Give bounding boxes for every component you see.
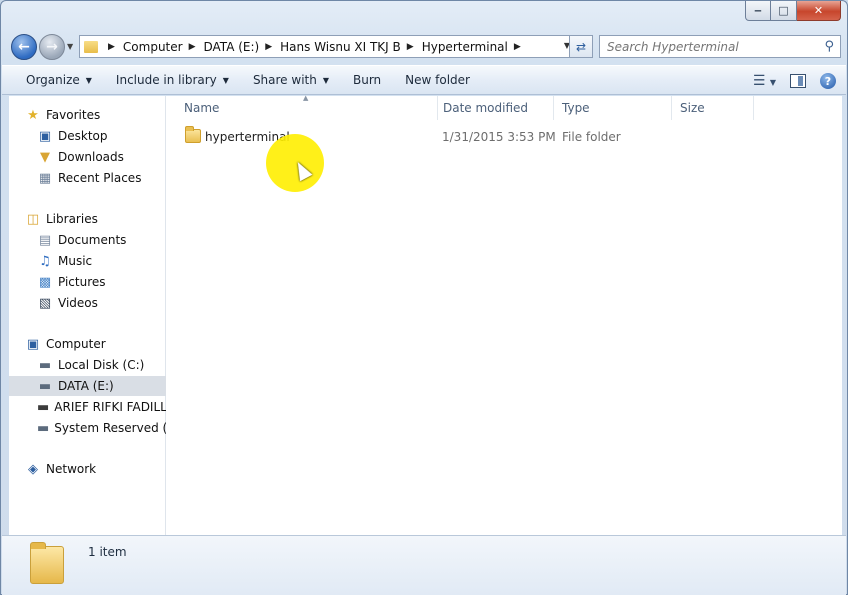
sidebar-item-data-e[interactable]: ▬ DATA (E:)	[9, 376, 166, 396]
back-button[interactable]: ←	[11, 34, 37, 60]
folder-icon	[30, 542, 64, 584]
chevron-down-icon: ▼	[322, 75, 329, 85]
arrow-right-icon: →	[46, 39, 58, 55]
chevron-right-icon[interactable]: ▶	[514, 42, 521, 52]
column-header-name[interactable]: Name	[176, 96, 438, 120]
music-icon: ♫	[39, 253, 51, 269]
sidebar-item-system-reserved[interactable]: ▬ System Reserved (Z:	[37, 418, 166, 438]
hard-drive-icon: ▬	[37, 420, 50, 436]
refresh-icon: ⇄	[575, 39, 587, 54]
search-icon[interactable]: ⚲	[824, 39, 834, 54]
recent-places-icon: ▦	[38, 170, 52, 186]
chevron-right-icon[interactable]: ▶	[189, 42, 196, 52]
sidebar-item-label: Downloads	[58, 150, 124, 164]
sidebar-item-label: Computer	[46, 337, 106, 351]
preview-pane-icon[interactable]	[790, 74, 806, 88]
file-type: File folder	[562, 130, 621, 144]
caption-buttons: ‒ □ ✕	[745, 1, 841, 21]
search-input[interactable]	[607, 39, 807, 54]
column-header-label: Date modified	[443, 101, 529, 115]
new-folder-button[interactable]: New folder	[393, 65, 482, 95]
column-header-label: Type	[562, 101, 590, 115]
column-header-size[interactable]: Size	[672, 96, 754, 120]
navigation-pane: ★ Favorites ▣ Desktop ▼ Downloads ▦ Rece…	[9, 96, 166, 535]
sidebar-item-libraries[interactable]: ◫ Libraries	[25, 209, 182, 229]
close-button[interactable]: ✕	[797, 1, 841, 21]
sidebar-item-label: DATA (E:)	[58, 379, 114, 393]
folder-icon	[185, 126, 201, 143]
computer-icon: ▣	[26, 336, 40, 352]
column-header-label: Name	[184, 101, 220, 115]
sidebar-item-label: Recent Places	[58, 171, 142, 185]
pictures-icon: ▩	[38, 274, 52, 290]
column-headers: ▲ Name Date modified Type Size	[166, 94, 842, 120]
navigation-bar: ← → ▼ ▶ Computer ▶ DATA (E:) ▶ Hans Wisn…	[9, 31, 841, 61]
breadcrumb-computer[interactable]: Computer	[123, 40, 183, 54]
details-pane: 1 item	[2, 535, 846, 595]
sidebar-item-label: Network	[46, 462, 97, 476]
sidebar-item-label: Local Disk (C:)	[58, 358, 145, 372]
breadcrumb-hans-wisnu[interactable]: Hans Wisnu XI TKJ B	[280, 40, 401, 54]
videos-icon: ▧	[38, 295, 52, 311]
folder-icon	[84, 40, 98, 53]
sidebar-item-favorites[interactable]: ★ Favorites	[25, 105, 182, 125]
search-box[interactable]: ⚲	[599, 35, 841, 58]
hard-drive-icon: ▬	[38, 357, 52, 373]
change-view-icon[interactable]: ☰ ▼	[753, 73, 776, 89]
downloads-folder-icon: ▼	[40, 149, 50, 165]
chevron-down-icon: ▼	[222, 75, 229, 85]
maximize-button[interactable]: □	[771, 1, 797, 21]
explorer-window: ‒ □ ✕ ← → ▼ ▶ Computer ▶ DATA (E:) ▶ Han…	[0, 0, 848, 595]
breadcrumb-data-drive[interactable]: DATA (E:)	[204, 40, 260, 54]
share-with-menu[interactable]: Share with ▼	[241, 65, 341, 95]
organize-label: Organize	[26, 73, 80, 87]
libraries-icon: ◫	[26, 211, 40, 227]
burn-label: Burn	[353, 73, 382, 87]
column-header-date-modified[interactable]: Date modified	[435, 96, 554, 120]
hard-drive-icon: ▬	[38, 378, 52, 394]
sidebar-item-label: System Reserved (Z:	[54, 421, 166, 435]
breadcrumb-hyperterminal[interactable]: Hyperterminal	[422, 40, 508, 54]
sidebar-item-arief-rifki-fadilla[interactable]: ▬ ARIEF RIFKI FADILLA	[37, 397, 166, 417]
sidebar-item-label: Music	[58, 254, 93, 268]
chevron-right-icon[interactable]: ▶	[407, 42, 414, 52]
sidebar-item-label: Libraries	[46, 212, 98, 226]
chevron-right-icon[interactable]: ▶	[108, 42, 115, 52]
new-folder-label: New folder	[405, 73, 470, 87]
sidebar-item-network[interactable]: ◈ Network	[25, 459, 182, 479]
view-controls: ☰ ▼ ?	[753, 66, 836, 96]
item-count: 1 item	[88, 545, 127, 559]
star-icon: ★	[27, 107, 39, 123]
help-icon[interactable]: ?	[820, 73, 836, 89]
sidebar-item-label: ARIEF RIFKI FADILLA	[54, 400, 166, 414]
organize-menu[interactable]: Organize ▼	[14, 65, 104, 95]
include-in-library-label: Include in library	[115, 73, 217, 87]
recent-pages-dropdown[interactable]: ▼	[67, 42, 73, 51]
include-in-library-menu[interactable]: Include in library ▼	[104, 65, 241, 95]
sidebar-item-label: Videos	[58, 296, 98, 310]
documents-icon: ▤	[38, 232, 52, 248]
sidebar-item-computer[interactable]: ▣ Computer	[25, 334, 182, 354]
network-icon: ◈	[28, 461, 38, 477]
column-header-type[interactable]: Type	[554, 96, 672, 120]
removable-drive-icon: ▬	[37, 399, 50, 415]
address-bar[interactable]: ▶ Computer ▶ DATA (E:) ▶ Hans Wisnu XI T…	[79, 35, 575, 58]
command-bar: Organize ▼ Include in library ▼ Share wi…	[2, 65, 846, 95]
forward-button[interactable]: →	[39, 34, 65, 60]
share-with-label: Share with	[252, 73, 317, 87]
sidebar-item-label: Favorites	[46, 108, 101, 122]
sidebar-item-label: Documents	[58, 233, 127, 247]
burn-button[interactable]: Burn	[341, 65, 393, 95]
sidebar-item-label: Desktop	[58, 129, 108, 143]
chevron-down-icon: ▼	[85, 75, 92, 85]
arrow-left-icon: ←	[18, 39, 30, 55]
column-header-label: Size	[680, 101, 705, 115]
desktop-icon: ▣	[38, 128, 52, 144]
refresh-button[interactable]: ⇄	[569, 35, 593, 58]
sidebar-item-label: Pictures	[58, 275, 106, 289]
chevron-right-icon[interactable]: ▶	[265, 42, 272, 52]
file-date-modified: 1/31/2015 3:53 PM	[442, 130, 556, 144]
minimize-button[interactable]: ‒	[745, 1, 771, 21]
